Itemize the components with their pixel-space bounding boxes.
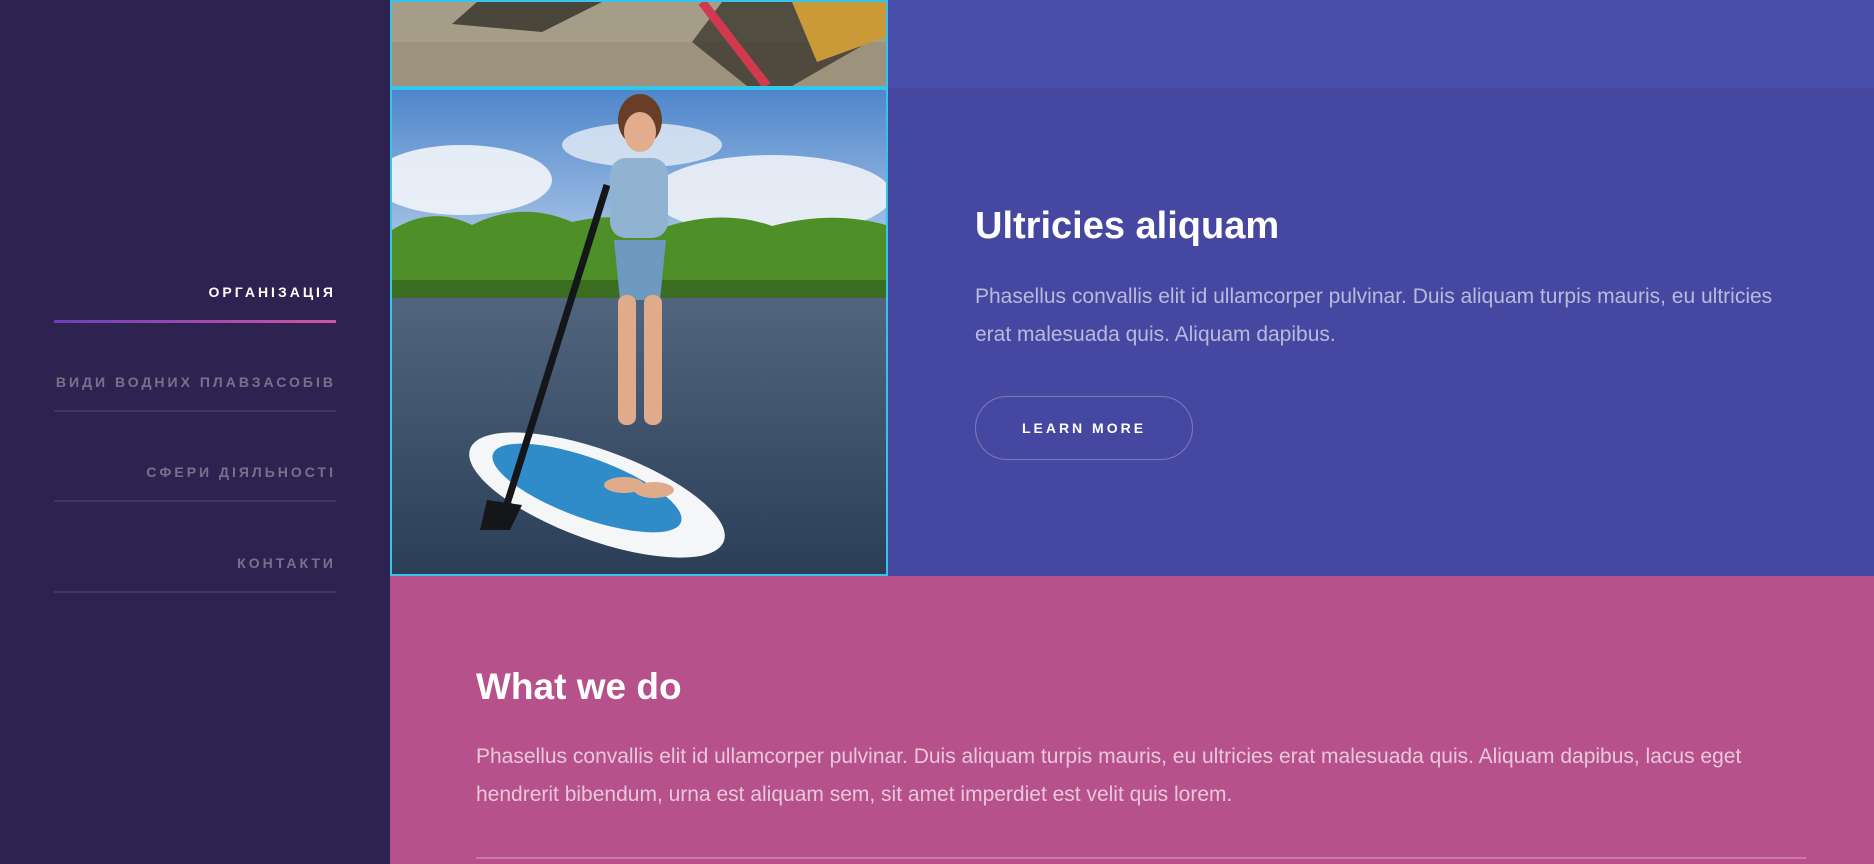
nav-item-label: ВИДИ ВОДНИХ ПЛАВЗАСОБІВ bbox=[55, 374, 336, 390]
nav-item-activity-areas[interactable]: СФЕРИ ДІЯЛЬНОСТІ bbox=[54, 464, 336, 502]
learn-more-button[interactable]: LEARN MORE bbox=[975, 396, 1193, 460]
feature-title: Ultricies aliquam bbox=[975, 205, 1280, 247]
nav-item-label: КОНТАКТИ bbox=[237, 555, 336, 571]
kayak-beach-image bbox=[390, 0, 888, 88]
nav-item-label: СФЕРИ ДІЯЛЬНОСТІ bbox=[146, 464, 336, 480]
feature-description: Phasellus convallis elit id ullamcorper … bbox=[975, 285, 1773, 346]
nav-item-active-underline bbox=[54, 320, 336, 323]
sidebar-nav: ОРГАНІЗАЦІЯ ВИДИ ВОДНИХ ПЛАВЗАСОБІВ СФЕР… bbox=[0, 0, 390, 864]
nav-item-contacts[interactable]: КОНТАКТИ bbox=[54, 555, 336, 593]
section-divider bbox=[476, 857, 1806, 859]
what-we-do-title: What we do bbox=[476, 666, 682, 707]
nav-item-divider bbox=[54, 500, 336, 502]
what-we-do-section bbox=[390, 576, 1874, 864]
nav-item-organization[interactable]: ОРГАНІЗАЦІЯ bbox=[54, 284, 336, 323]
nav-item-divider bbox=[54, 591, 336, 593]
what-we-do-description: Phasellus convallis elit id ullamcorper … bbox=[476, 745, 1742, 806]
nav-item-label: ОРГАНІЗАЦІЯ bbox=[208, 284, 336, 300]
nav-item-watercraft-types[interactable]: ВИДИ ВОДНИХ ПЛАВЗАСОБІВ bbox=[54, 374, 336, 412]
nav-item-divider bbox=[54, 410, 336, 412]
paddleboard-photo bbox=[390, 88, 888, 576]
